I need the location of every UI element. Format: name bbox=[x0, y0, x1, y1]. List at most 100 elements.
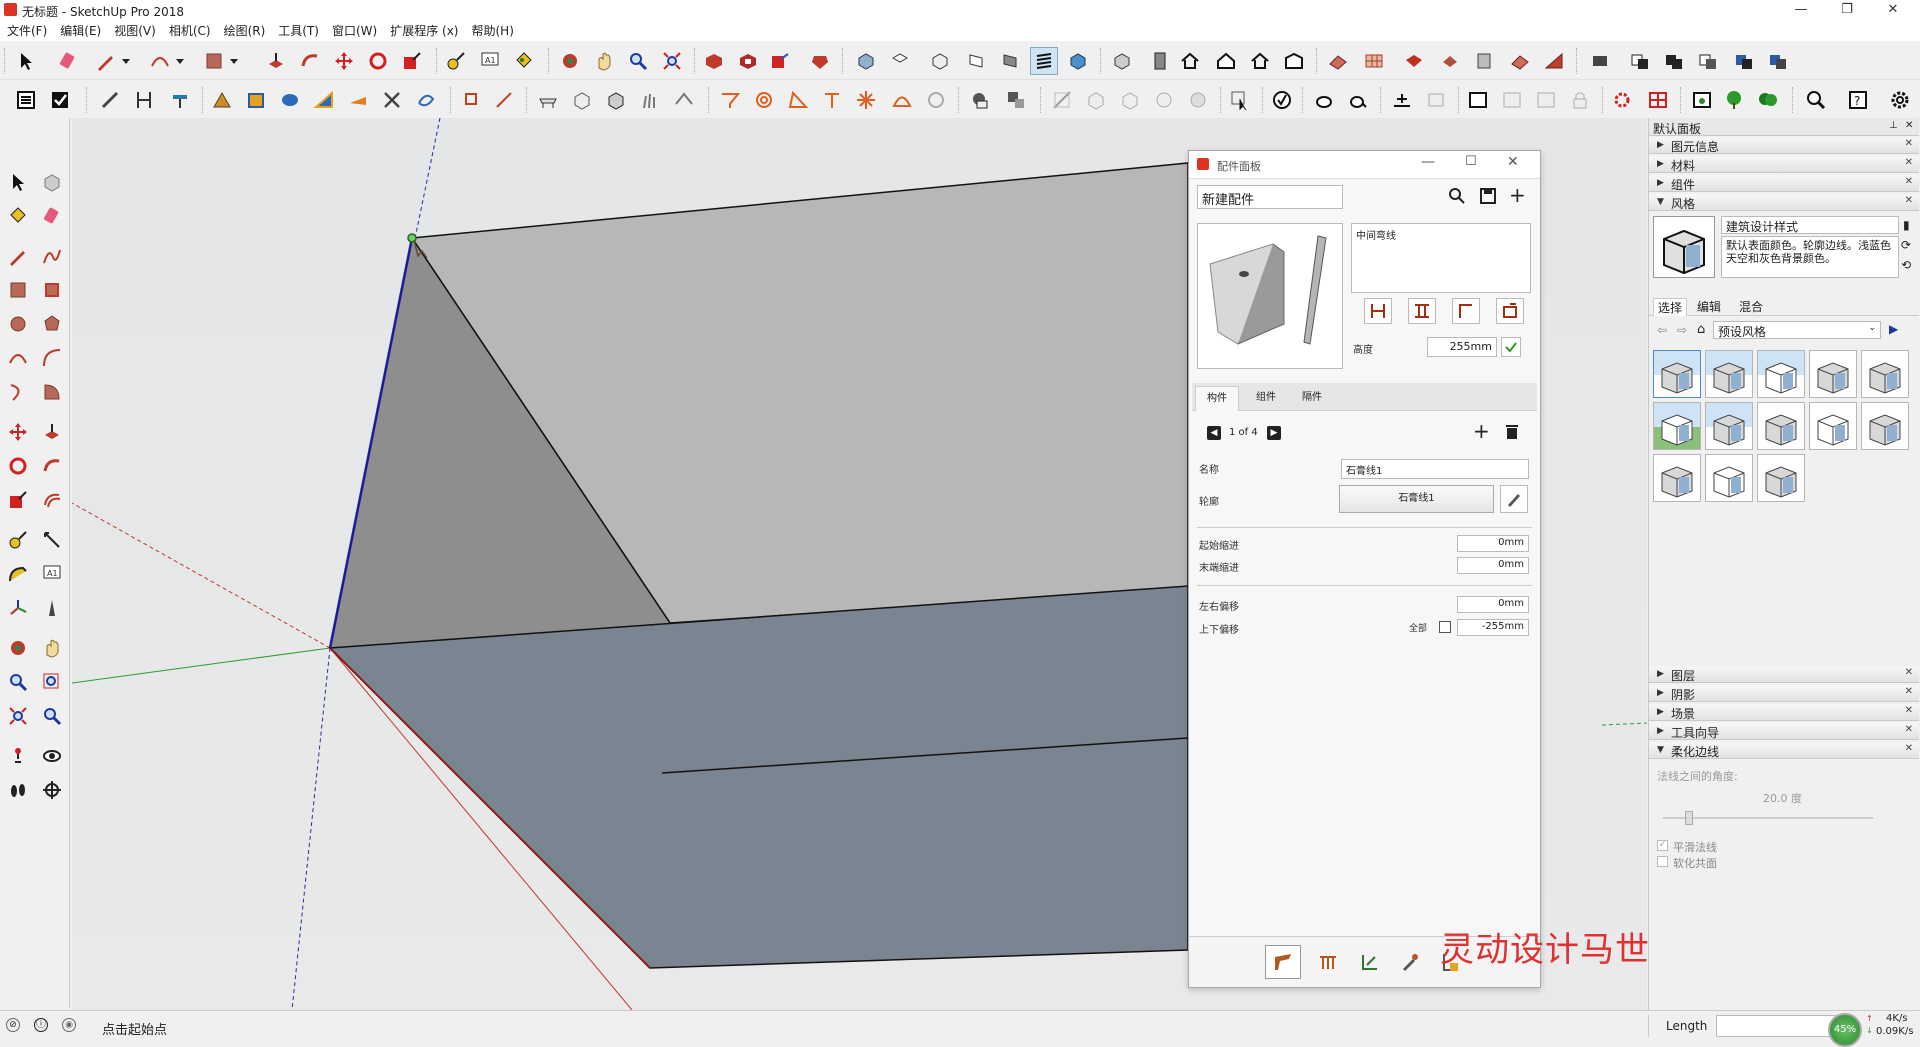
add-icon[interactable]: + bbox=[1509, 185, 1526, 205]
3d-text-icon[interactable] bbox=[38, 594, 66, 622]
tab-construct[interactable]: 构件 bbox=[1195, 386, 1239, 411]
prev-page-button[interactable]: ◀ bbox=[1207, 426, 1221, 440]
pan-hand-icon[interactable] bbox=[590, 47, 618, 75]
ud-offset-input[interactable]: -255mm bbox=[1457, 619, 1529, 636]
component-name-input[interactable]: 新建配件 bbox=[1197, 185, 1343, 209]
tray-section-scenes[interactable]: ▶ 场景 ✕ bbox=[1649, 704, 1919, 721]
intersect-icon[interactable] bbox=[1660, 47, 1688, 75]
3pt-arc-icon[interactable] bbox=[4, 378, 32, 406]
scale-tool-icon[interactable] bbox=[398, 47, 426, 75]
menu-camera[interactable]: 相机(C) bbox=[162, 20, 217, 39]
profile-select-button[interactable]: 石膏线1 bbox=[1339, 485, 1494, 513]
style-refresh-icon[interactable]: ⟳ bbox=[1901, 238, 1911, 252]
style-sync-icon[interactable]: ⟲ bbox=[1901, 258, 1911, 272]
hex-box-icon[interactable] bbox=[1082, 86, 1110, 114]
style-thumbnail[interactable] bbox=[1757, 350, 1805, 398]
chevron-down-icon[interactable] bbox=[220, 47, 248, 75]
follow-me-icon[interactable] bbox=[38, 452, 66, 480]
solid-shell-icon[interactable] bbox=[966, 86, 994, 114]
box-tool-icon[interactable] bbox=[242, 86, 270, 114]
style-thumbnail[interactable] bbox=[1653, 350, 1701, 398]
tab-mix[interactable]: 混合 bbox=[1739, 298, 1763, 315]
position-camera-icon[interactable] bbox=[4, 742, 32, 770]
menu-edit[interactable]: 编辑(E) bbox=[53, 20, 107, 39]
components-layer-icon[interactable] bbox=[1586, 47, 1614, 75]
paint-roller-icon[interactable] bbox=[166, 86, 194, 114]
zoom-icon[interactable] bbox=[624, 47, 652, 75]
measurements-input[interactable] bbox=[1716, 1015, 1836, 1037]
text-tool-icon[interactable]: A1 bbox=[476, 47, 504, 75]
paint-bucket-icon[interactable] bbox=[4, 202, 32, 230]
style-thumbnail[interactable] bbox=[1809, 350, 1857, 398]
chevron-down-icon[interactable] bbox=[166, 47, 194, 75]
cabinet-icon[interactable] bbox=[1644, 86, 1672, 114]
style-name-input[interactable]: 建筑设计样式 bbox=[1721, 216, 1899, 234]
stamp-icon[interactable] bbox=[1436, 47, 1464, 75]
style-thumbnail[interactable] bbox=[1653, 402, 1701, 450]
menu-extensions[interactable]: 扩展程序 (x) bbox=[383, 20, 464, 39]
panel-dim-icon[interactable] bbox=[1422, 86, 1450, 114]
house-2-icon[interactable] bbox=[1212, 47, 1240, 75]
menu-view[interactable]: 视图(V) bbox=[107, 20, 162, 39]
circle-icon[interactable] bbox=[4, 310, 32, 338]
frame-icon[interactable] bbox=[1464, 86, 1492, 114]
tape-measure-icon[interactable] bbox=[442, 47, 470, 75]
pyramid-tool-icon[interactable] bbox=[208, 86, 236, 114]
rotate-tool-icon[interactable] bbox=[364, 47, 392, 75]
menu-help[interactable]: 帮助(H) bbox=[464, 20, 519, 39]
settings-gear-red-icon[interactable] bbox=[1608, 86, 1636, 114]
pin-icon[interactable]: ⊥ bbox=[1889, 120, 1898, 131]
back-view-icon[interactable] bbox=[996, 47, 1024, 75]
home-icon[interactable]: ⌂ bbox=[1697, 322, 1705, 337]
eraser-tool-icon[interactable] bbox=[54, 47, 82, 75]
protractor-icon[interactable] bbox=[4, 560, 32, 588]
monochrome-style-icon[interactable] bbox=[1030, 47, 1058, 75]
style-thumbnail[interactable] bbox=[1705, 402, 1753, 450]
light-icon[interactable] bbox=[1388, 86, 1416, 114]
style-thumbnail[interactable] bbox=[1705, 350, 1753, 398]
right-view-icon[interactable] bbox=[962, 47, 990, 75]
teapot-icon[interactable] bbox=[1310, 86, 1338, 114]
fillet-icon[interactable] bbox=[716, 86, 744, 114]
offset-icon[interactable] bbox=[38, 486, 66, 514]
dome-tool-icon[interactable] bbox=[888, 86, 916, 114]
search-icon[interactable] bbox=[1448, 187, 1466, 208]
frame-3-icon[interactable] bbox=[1532, 86, 1560, 114]
instance-cursor-icon[interactable] bbox=[1226, 86, 1254, 114]
tab-select[interactable]: 选择 bbox=[1653, 298, 1688, 316]
line-icon[interactable] bbox=[4, 242, 32, 270]
orbit-icon[interactable] bbox=[556, 47, 584, 75]
name-input[interactable]: 石膏线1 bbox=[1341, 459, 1529, 479]
add-item-icon[interactable]: + bbox=[1473, 421, 1490, 441]
end-indent-input[interactable]: 0mm bbox=[1457, 557, 1529, 574]
push-pull-icon[interactable] bbox=[38, 418, 66, 446]
shaded-style-icon[interactable] bbox=[1064, 47, 1092, 75]
sandbox-icon[interactable] bbox=[1324, 47, 1352, 75]
tray-section-entity-info[interactable]: ▶ 图元信息 ✕ bbox=[1649, 137, 1919, 154]
validate-icon[interactable] bbox=[1268, 86, 1296, 114]
user-icon[interactable]: ◉ bbox=[62, 1018, 76, 1032]
style-thumbnail[interactable] bbox=[1705, 454, 1753, 502]
tray-section-components[interactable]: ▶ 组件 ✕ bbox=[1649, 175, 1919, 192]
tab-separators[interactable]: 隔件 bbox=[1290, 386, 1334, 411]
style-thumbnail[interactable] bbox=[1653, 454, 1701, 502]
tab-components[interactable]: 组件 bbox=[1244, 386, 1288, 411]
panel-minimize-button[interactable]: — bbox=[1421, 154, 1435, 170]
style-description[interactable]: 默认表面颜色。轮廓边线。浅蓝色天空和灰色背景颜色。 bbox=[1721, 236, 1899, 278]
teapot-render-icon[interactable] bbox=[1344, 86, 1372, 114]
search-icon[interactable] bbox=[1802, 86, 1830, 114]
tree-icon[interactable] bbox=[1720, 86, 1748, 114]
profile-i-button[interactable] bbox=[1408, 298, 1436, 324]
start-indent-input[interactable]: 0mm bbox=[1457, 535, 1529, 552]
menu-tools[interactable]: 工具(T) bbox=[271, 20, 325, 39]
wedge-tool-icon[interactable] bbox=[310, 86, 338, 114]
grass-icon[interactable] bbox=[636, 86, 664, 114]
follow-me-tool-icon[interactable] bbox=[296, 47, 324, 75]
tray-section-styles[interactable]: ▼ 风格 ✕ bbox=[1649, 194, 1919, 211]
extension-warehouse-icon[interactable] bbox=[734, 47, 762, 75]
height-input[interactable]: 255mm bbox=[1427, 337, 1497, 357]
trash-icon[interactable] bbox=[1505, 424, 1519, 443]
paint-bucket-icon[interactable] bbox=[510, 47, 538, 75]
tray-close-icon[interactable]: ✕ bbox=[1905, 120, 1913, 131]
subtract-icon[interactable] bbox=[1730, 47, 1758, 75]
